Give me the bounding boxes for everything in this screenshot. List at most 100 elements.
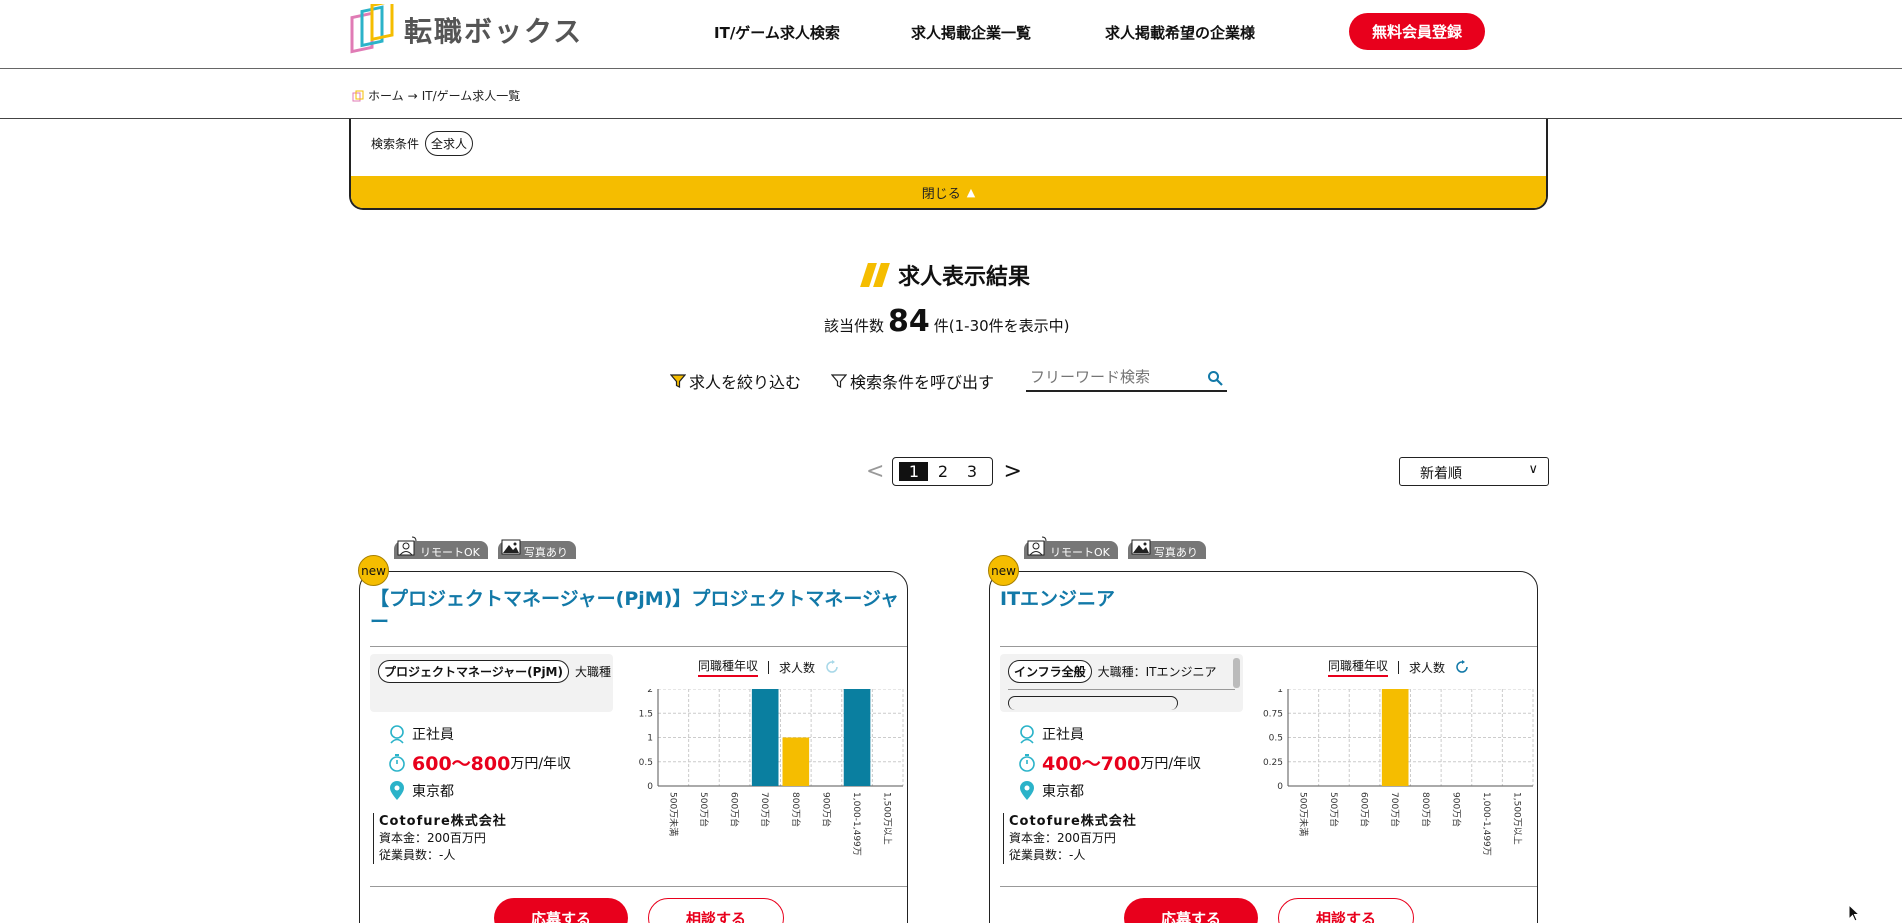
company-name[interactable]: Cotofure株式会社 [379, 813, 507, 830]
tag-remote: リモートOK [394, 536, 488, 559]
page-2[interactable]: 2 [928, 462, 957, 481]
job-card: new リモートOK 写真あり ITエンジニア インフラ全般 大職種：ITエンジ… [988, 536, 1538, 923]
tab-salary[interactable]: 同職種年収 [1328, 657, 1389, 677]
count-prefix: 該当件数 [824, 317, 885, 335]
chart-tabs: 同職種年収 求人数 [698, 657, 839, 677]
job-title-link[interactable]: ITエンジニア [1000, 588, 1530, 611]
search-input[interactable] [1026, 368, 1196, 386]
salary-range: 400〜700 [1042, 753, 1141, 775]
load-search-label: 検索条件を呼び出す [850, 373, 995, 392]
breadcrumb-current: IT/ゲーム求人一覧 [421, 89, 521, 103]
filter-button[interactable]: 求人を絞り込む [670, 369, 801, 393]
breadcrumb-bar: ホーム → IT/ゲーム求人一覧 [0, 69, 1902, 119]
freeword-search [1026, 368, 1227, 392]
page-3[interactable]: 3 [957, 462, 986, 481]
company-employees: 従業員数：-人 [1009, 848, 1086, 862]
new-badge: new [358, 555, 389, 586]
remote-worker-icon [397, 536, 417, 556]
result-count: 該当件数 84 件(1-30件を表示中) [824, 304, 1070, 339]
location: 東京都 [412, 784, 454, 800]
nav-for-employers[interactable]: 求人掲載希望の企業様 [1105, 22, 1255, 43]
load-search-button[interactable]: 検索条件を呼び出す [831, 369, 994, 393]
location-row: 東京都 [1018, 781, 1201, 801]
register-button[interactable]: 無料会員登録 [1349, 13, 1485, 50]
location: 東京都 [1042, 784, 1084, 800]
close-panel-button[interactable]: 閉じる ▲ [351, 176, 1546, 208]
count-suffix: 件(1-30件を表示中) [933, 317, 1070, 335]
remote-worker-icon [1027, 536, 1047, 556]
tag-photo-label: 写真あり [523, 546, 568, 559]
apply-button[interactable]: 応募する [1124, 898, 1258, 923]
chart-bar [843, 689, 871, 786]
site-logo[interactable]: 転職ボックス [350, 4, 583, 56]
x-tick-label: 800万台 [790, 792, 802, 827]
x-tick-label: 700万台 [1389, 792, 1401, 827]
sort-select[interactable]: 新着順 ∨ [1399, 457, 1549, 486]
consult-button[interactable]: 相談する [648, 898, 784, 923]
location-pin-icon [1020, 781, 1034, 800]
condition-label: 検索条件 [371, 137, 420, 151]
y-tick-label: 0.5 [1269, 734, 1283, 744]
x-tick-label: 1,500万以上 [882, 792, 893, 845]
breadcrumb: ホーム → IT/ゲーム求人一覧 [352, 87, 520, 104]
company-name[interactable]: Cotofure株式会社 [1009, 813, 1137, 830]
chevron-up-icon: ▲ [966, 185, 976, 199]
y-tick-label: 0.25 [1263, 758, 1283, 768]
x-tick-label: 900万台 [820, 792, 832, 827]
next-page-button[interactable]: > [1003, 459, 1021, 484]
category-separator [1008, 689, 1235, 690]
filter-label: 求人を絞り込む [689, 373, 802, 392]
salary-unit: 万円/年収 [1140, 755, 1202, 772]
home-cube-icon [352, 90, 364, 101]
category-row: プロジェクトマネージャー(PjM) 大職種 [370, 654, 613, 689]
job-title-link[interactable]: 【プロジェクトマネージャー(PjM)】プロジェクトマネージャー [370, 588, 900, 634]
tag-remote-label: リモートOK [1050, 546, 1110, 559]
category-text: 大職種：ITエンジニア [1097, 665, 1217, 679]
prev-page-button[interactable]: < [866, 459, 884, 484]
job-info: 正社員 400〜700 万円/年収 東京都 [1018, 724, 1201, 806]
location-row: 東京都 [388, 781, 571, 801]
tag-remote: リモートOK [1024, 536, 1118, 559]
filter-icon [670, 374, 686, 388]
category-row: インフラ全般 大職種：ITエンジニア [1000, 654, 1243, 689]
search-condition-panel: 検索条件 全求人 閉じる ▲ [349, 119, 1548, 210]
card-divider [1000, 646, 1537, 647]
y-tick-label: 0 [647, 782, 653, 792]
tab-job-count[interactable]: 求人数 [779, 659, 815, 676]
page-list: 1 2 3 [892, 457, 994, 486]
title-accent-icon [860, 263, 890, 287]
salary-chart: 0 0.25 0.5 0.75 1 500万未満 500万台 600万台 700万台 800万台 9… [1263, 689, 1534, 856]
y-tick-label: 0.5 [639, 758, 653, 768]
company-capital: 資本金：200百万円 [379, 831, 486, 845]
refresh-icon[interactable] [825, 660, 839, 674]
tab-salary[interactable]: 同職種年収 [698, 657, 759, 677]
tag-photo: 写真あり [497, 539, 576, 559]
tab-job-count[interactable]: 求人数 [1409, 659, 1445, 676]
category-chip[interactable]: プロジェクトマネージャー(PjM) [378, 660, 569, 683]
x-tick-label: 1,000-1,499万 [1481, 792, 1491, 856]
breadcrumb-home[interactable]: ホーム [368, 87, 404, 104]
count-number: 84 [888, 304, 930, 339]
category-scrollbar[interactable] [1233, 658, 1240, 688]
page-1[interactable]: 1 [899, 462, 929, 481]
nav-company-list[interactable]: 求人掲載企業一覧 [911, 22, 1031, 43]
apply-button[interactable]: 応募する [494, 898, 628, 923]
location-pin-icon [390, 781, 404, 800]
search-icon[interactable] [1207, 370, 1223, 386]
company-info: Cotofure株式会社 資本金：200百万円 従業員数：-人 [1003, 813, 1137, 864]
chevron-down-icon: ∨ [1528, 462, 1538, 477]
company-capital: 資本金：200百万円 [1009, 831, 1116, 845]
salary-row: 600〜800 万円/年収 [388, 749, 571, 776]
x-tick-label: 500万未満 [667, 792, 679, 836]
close-label: 閉じる [921, 186, 961, 202]
category-chip[interactable]: インフラ全般 [1008, 660, 1092, 683]
company-info: Cotofure株式会社 資本金：200百万円 従業員数：-人 [373, 813, 507, 864]
refresh-icon[interactable] [1455, 660, 1469, 674]
results-title-text: 求人表示結果 [898, 265, 1031, 290]
consult-button[interactable]: 相談する [1278, 898, 1414, 923]
site-header: 転職ボックス IT/ゲーム求人検索 求人掲載企業一覧 求人掲載希望の企業様 無料… [0, 0, 1902, 69]
condition-pill: 全求人 [425, 131, 474, 156]
search-condition: 検索条件 全求人 [371, 131, 474, 156]
category-box: プロジェクトマネージャー(PjM) 大職種 [370, 654, 613, 712]
nav-job-search[interactable]: IT/ゲーム求人検索 [714, 22, 840, 43]
